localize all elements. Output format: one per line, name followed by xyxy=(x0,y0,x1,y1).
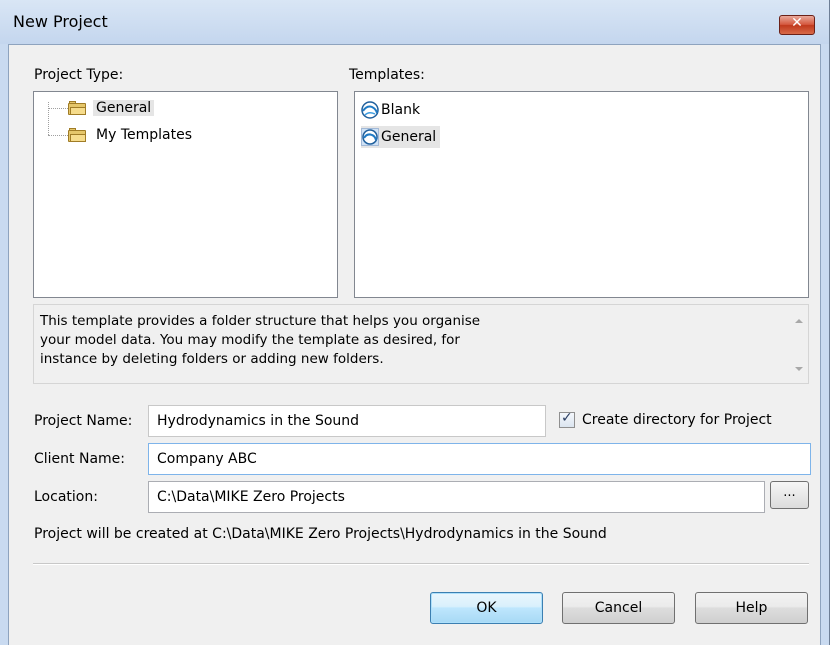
project-name-label: Project Name: xyxy=(34,413,133,429)
cancel-button[interactable]: Cancel xyxy=(562,592,675,624)
tree-connector xyxy=(48,135,68,136)
separator xyxy=(33,563,809,565)
description-line: instance by deleting folders or adding n… xyxy=(40,351,384,367)
tree-connector xyxy=(48,108,68,109)
description-line: your model data. You may modify the temp… xyxy=(40,332,460,348)
tree-item-label: General xyxy=(93,100,155,116)
client-name-input[interactable]: Company ABC xyxy=(148,443,811,475)
tree-item-my-templates[interactable]: My Templates xyxy=(68,125,192,145)
template-icon xyxy=(361,128,379,146)
tree-item-general[interactable]: General xyxy=(68,98,155,118)
close-button[interactable]: ✕ xyxy=(779,15,815,35)
created-at-text: Project will be created at C:\Data\MIKE … xyxy=(34,526,607,542)
folder-icon xyxy=(68,128,86,142)
template-item-label: Blank xyxy=(381,102,421,118)
close-icon: ✕ xyxy=(791,15,803,31)
help-button[interactable]: Help xyxy=(695,592,808,624)
folder-icon xyxy=(68,101,86,115)
template-item-general[interactable]: General xyxy=(361,126,441,148)
template-icon xyxy=(361,101,379,119)
ok-button[interactable]: OK xyxy=(430,592,543,624)
template-description: This template provides a folder structur… xyxy=(33,304,809,384)
template-item-label: General xyxy=(381,129,437,145)
check-icon: ✓ xyxy=(561,410,573,426)
project-name-input[interactable]: Hydrodynamics in the Sound xyxy=(148,405,546,437)
templates-label: Templates: xyxy=(349,67,425,83)
project-type-tree[interactable]: General My Templates xyxy=(33,91,338,298)
scroll-up-icon[interactable] xyxy=(795,319,803,323)
description-line: This template provides a folder structur… xyxy=(40,313,481,329)
project-type-label: Project Type: xyxy=(34,67,124,83)
template-item-blank[interactable]: Blank xyxy=(361,100,420,120)
tree-item-label: My Templates xyxy=(96,127,192,143)
create-directory-label[interactable]: Create directory for Project xyxy=(582,412,772,428)
title-bar[interactable]: New Project ✕ xyxy=(0,0,829,44)
tree-connector xyxy=(48,102,49,135)
scroll-down-icon[interactable] xyxy=(795,367,803,371)
description-text: This template provides a folder structur… xyxy=(40,312,560,369)
create-directory-checkbox[interactable]: ✓ xyxy=(559,410,575,428)
templates-list[interactable]: Blank General xyxy=(354,91,809,298)
description-scrollbar[interactable] xyxy=(791,305,808,383)
browse-button[interactable]: ... xyxy=(770,481,809,509)
client-name-label: Client Name: xyxy=(34,451,125,467)
location-input[interactable]: C:\Data\MIKE Zero Projects xyxy=(148,481,765,513)
dialog-title: New Project xyxy=(13,12,108,31)
location-label: Location: xyxy=(34,489,98,505)
